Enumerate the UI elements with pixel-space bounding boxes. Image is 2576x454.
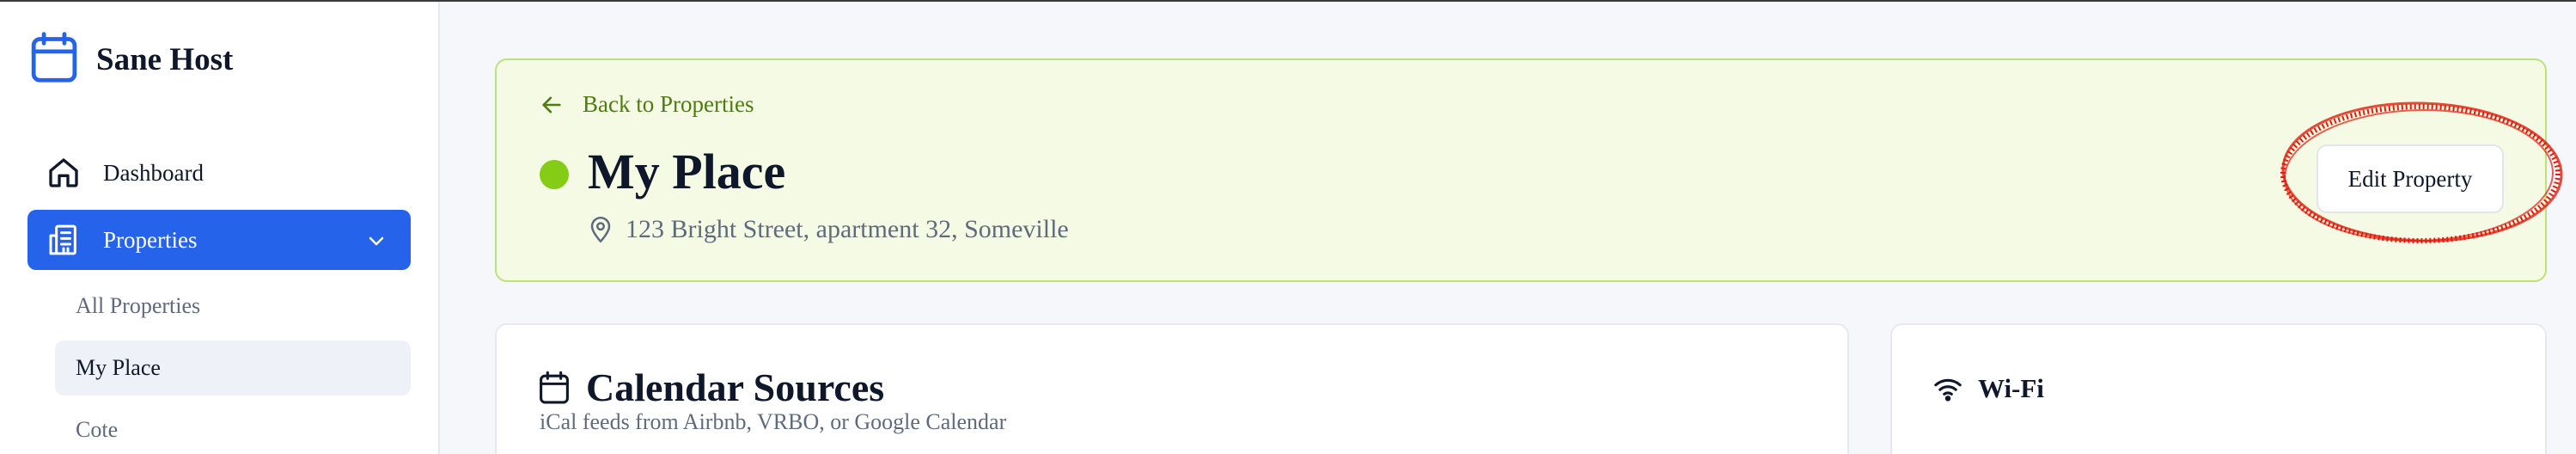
sidebar-item-properties[interactable]: Properties	[27, 210, 411, 270]
sidebar: Sane Host Dashboard Properties All Prope…	[0, 2, 440, 454]
property-header: Back to Properties My Place 123 Bright S…	[495, 58, 2547, 282]
sidebar-item-label: Dashboard	[103, 159, 204, 186]
card-title: Wi-Fi	[1978, 373, 2044, 403]
sidebar-item-dashboard[interactable]: Dashboard	[27, 143, 411, 203]
chevron-down-icon[interactable]	[366, 230, 387, 251]
address-text: 123 Bright Street, apartment 32, Somevil…	[626, 215, 1069, 243]
home-icon	[46, 156, 81, 190]
page-title: My Place	[588, 144, 786, 199]
sidebar-subitem-all-properties[interactable]: All Properties	[55, 279, 411, 334]
card-subtitle: iCal feeds from Airbnb, VRBO, or Google …	[540, 409, 1007, 434]
building-icon	[46, 223, 81, 257]
sidebar-subitem-my-place[interactable]: My Place	[55, 340, 411, 396]
status-indicator	[540, 160, 569, 189]
back-to-properties-link[interactable]: Back to Properties	[540, 91, 754, 118]
card-title: Calendar Sources	[586, 365, 885, 409]
map-pin-icon	[590, 217, 611, 242]
calendar-icon	[540, 371, 569, 403]
edit-property-button[interactable]: Edit Property	[2317, 144, 2504, 213]
back-link-label: Back to Properties	[583, 91, 754, 117]
app-name: Sane Host	[96, 42, 234, 77]
arrow-left-icon	[542, 96, 561, 113]
sidebar-item-label: Properties	[103, 226, 198, 253]
card-header: Calendar Sources	[538, 365, 884, 410]
brand[interactable]: Sane Host	[29, 31, 233, 89]
calendar-icon	[29, 31, 79, 89]
calendar-sources-card: Calendar Sources iCal feeds from Airbnb,…	[495, 323, 1849, 454]
wifi-icon	[1934, 378, 1962, 402]
wifi-card: Wi-Fi	[1890, 323, 2547, 454]
sidebar-subitem-cote[interactable]: Cote	[55, 402, 411, 454]
property-address: 123 Bright Street, apartment 32, Somevil…	[588, 215, 1069, 244]
card-header: Wi-Fi	[1933, 373, 2044, 404]
